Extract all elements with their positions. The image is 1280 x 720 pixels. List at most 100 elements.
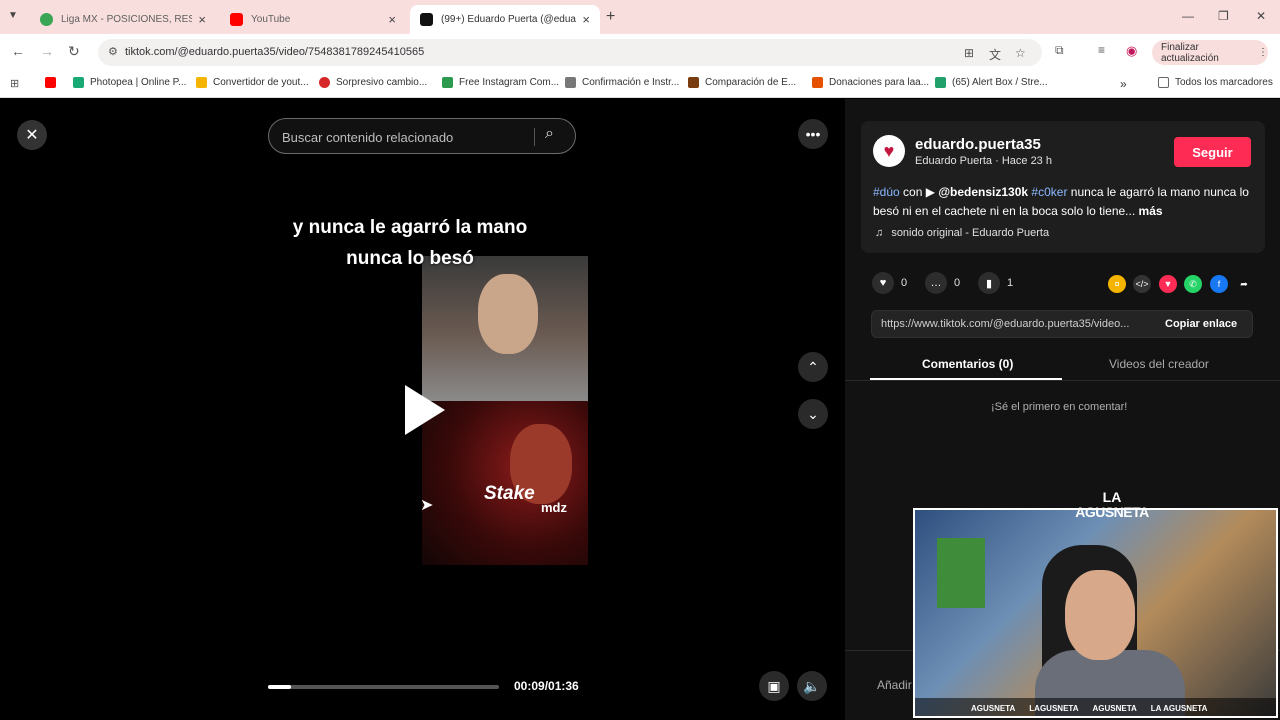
x-handle: LAGUSNETA: [1029, 703, 1079, 713]
install-app-icon[interactable]: ⊞: [964, 46, 974, 60]
chevron-up-icon: ⌃: [807, 358, 819, 375]
pip-icon: ▣: [767, 677, 781, 694]
minimize-icon[interactable]: —: [1182, 9, 1194, 23]
bookmark-star-icon[interactable]: ☆: [1015, 46, 1026, 60]
post-description: #dúo con ▶ @bedensiz130k #c0ker nunca le…: [873, 185, 1249, 218]
floating-player-button[interactable]: ▣: [759, 671, 789, 701]
tab-youtube[interactable]: YouTube ×: [220, 5, 406, 34]
youtube-bookmark-icon[interactable]: [45, 77, 62, 88]
url-text[interactable]: tiktok.com/@eduardo.puerta35/video/75483…: [125, 46, 424, 58]
related-search-input[interactable]: Buscar contenido relacionado ⌕: [268, 118, 576, 154]
mention-link[interactable]: @bedensiz130k: [938, 185, 1028, 199]
share-coin-icon[interactable]: ¤: [1108, 275, 1126, 293]
video-progress-bar[interactable]: [268, 685, 499, 689]
profile-icon[interactable]: ◉: [1126, 43, 1137, 59]
bookmark-free-instagram[interactable]: Free Instagram Com...: [442, 77, 559, 88]
reload-icon[interactable]: ↻: [68, 43, 80, 60]
search-divider: [534, 128, 535, 146]
volume-button[interactable]: 🔈: [797, 671, 827, 701]
menu-kebab-icon[interactable]: ⋮: [1258, 47, 1268, 58]
bookmark-comparacion[interactable]: Comparación de E...: [688, 77, 796, 88]
save-count: 1: [1007, 277, 1014, 289]
forward-icon[interactable]: →: [40, 43, 54, 59]
add-comment-input[interactable]: Añadir: [877, 678, 912, 692]
copy-link-button[interactable]: Copiar enlace: [1165, 318, 1237, 330]
folder-icon: [196, 77, 207, 88]
previous-video-button[interactable]: ⌃: [798, 352, 828, 382]
media-control-icon[interactable]: ≡: [1098, 43, 1105, 57]
close-tab-icon[interactable]: ×: [388, 12, 396, 27]
streamlabs-icon: [935, 77, 946, 88]
search-icon[interactable]: ⌕: [545, 125, 554, 143]
save-button[interactable]: ▮ 1: [978, 272, 1013, 294]
close-video-button[interactable]: ✕: [17, 120, 47, 150]
news-icon: [319, 77, 330, 88]
tiktok-handle: AGUSNETA: [1092, 703, 1137, 713]
webcam-poster: [937, 538, 985, 608]
bookmark-sorpresivo[interactable]: Sorpresivo cambio...: [319, 77, 427, 88]
play-icon[interactable]: [405, 385, 445, 435]
new-tab-icon[interactable]: +: [606, 8, 615, 26]
instagram-tool-icon: [442, 77, 453, 88]
comment-button[interactable]: … 0: [925, 272, 960, 294]
whatsapp-icon[interactable]: ✆: [1184, 275, 1202, 293]
video-caption-line1: y nunca le agarró la mano: [292, 217, 528, 238]
webcam-person-face: [1065, 570, 1135, 660]
avatar[interactable]: ♥: [873, 135, 905, 167]
facebook-icon[interactable]: f: [1210, 275, 1228, 293]
link-icon: [565, 77, 576, 88]
heart-avatar-icon: ♥: [883, 140, 895, 161]
translate-icon[interactable]: 文: [989, 46, 1001, 63]
tab-creator-videos[interactable]: Videos del creador: [1109, 357, 1209, 371]
like-button[interactable]: ♥ 0: [872, 272, 907, 294]
back-icon[interactable]: ←: [11, 43, 25, 59]
extensions-icon[interactable]: ⧉: [1055, 43, 1064, 58]
close-window-icon[interactable]: ✕: [1256, 9, 1266, 23]
update-button-label: Finalizar actualización: [1161, 41, 1219, 64]
close-tab-icon[interactable]: ×: [198, 12, 206, 27]
post-link-url[interactable]: https://www.tiktok.com/@eduardo.puerta35…: [881, 318, 1147, 330]
share-arrow-icon[interactable]: ➦: [1235, 275, 1253, 293]
send-icon[interactable]: ▼: [1159, 275, 1177, 293]
tab-tiktok[interactable]: (99+) Eduardo Puerta (@eduardo ×: [410, 5, 600, 34]
tab-comments[interactable]: Comentarios (0): [922, 357, 1013, 371]
mouse-cursor-icon: ➤: [420, 497, 434, 514]
hashtag-coker[interactable]: #c0ker: [1031, 185, 1067, 199]
heart-icon: ♥: [872, 272, 894, 294]
more-dots-icon: •••: [805, 126, 821, 142]
bookmark-confirmacion[interactable]: Confirmación e Instr...: [565, 77, 679, 88]
more-description-link[interactable]: más: [1139, 204, 1163, 218]
streamer-logo: LA AGUSNETA: [1075, 489, 1149, 520]
video-person-top: [478, 274, 538, 354]
mdz-logo-text: mdz: [541, 500, 567, 515]
post-username[interactable]: eduardo.puerta35: [915, 136, 1041, 153]
chevron-down-icon: ⌄: [807, 405, 819, 422]
stake-logo-text: Stake: [484, 483, 535, 504]
more-options-button[interactable]: •••: [798, 119, 828, 149]
embed-icon[interactable]: </>: [1133, 275, 1151, 293]
bookmark-donaciones[interactable]: Donaciones para laa...: [812, 77, 929, 88]
bookmark-photopea[interactable]: Photopea | Online P...: [73, 77, 186, 88]
tab-list-icon[interactable]: ▼: [8, 10, 22, 24]
apps-grid-icon[interactable]: ⊞: [10, 77, 19, 90]
bookmark-convertidor[interactable]: Convertidor de yout...: [196, 77, 309, 88]
close-tab-icon[interactable]: ×: [582, 12, 590, 27]
site-info-icon[interactable]: ⚙: [108, 45, 118, 58]
video-caption-line2: nunca lo besó: [346, 248, 474, 269]
more-bookmarks-icon[interactable]: »: [1120, 77, 1127, 91]
restore-icon[interactable]: ❐: [1218, 9, 1229, 23]
update-button[interactable]: Finalizar actualización ⋮: [1152, 40, 1268, 65]
browser-toolbar: ← → ↻ ⚙ tiktok.com/@eduardo.puerta35/vid…: [0, 34, 1280, 70]
tab-liga-mx[interactable]: Liga MX - POSICIONES, RESULT ×: [30, 5, 216, 34]
address-bar[interactable]: ⚙ tiktok.com/@eduardo.puerta35/video/754…: [98, 39, 1042, 66]
webcam-social-strip: AGUSNETA LAGUSNETA AGUSNETA LA AGUSNETA: [915, 698, 1276, 716]
music-link[interactable]: ♫ sonido original - Eduardo Puerta: [875, 227, 1049, 239]
bookmark-alert-box[interactable]: (65) Alert Box / Stre...: [935, 77, 1048, 88]
photopea-icon: [73, 77, 84, 88]
next-video-button[interactable]: ⌄: [798, 399, 828, 429]
all-bookmarks[interactable]: Todos los marcadores: [1158, 77, 1273, 88]
comment-count: 0: [954, 277, 961, 289]
follow-button[interactable]: Seguir: [1174, 137, 1251, 167]
hashtag-duo[interactable]: #dúo: [873, 185, 900, 199]
instagram-handle: AGUSNETA: [971, 703, 1016, 713]
